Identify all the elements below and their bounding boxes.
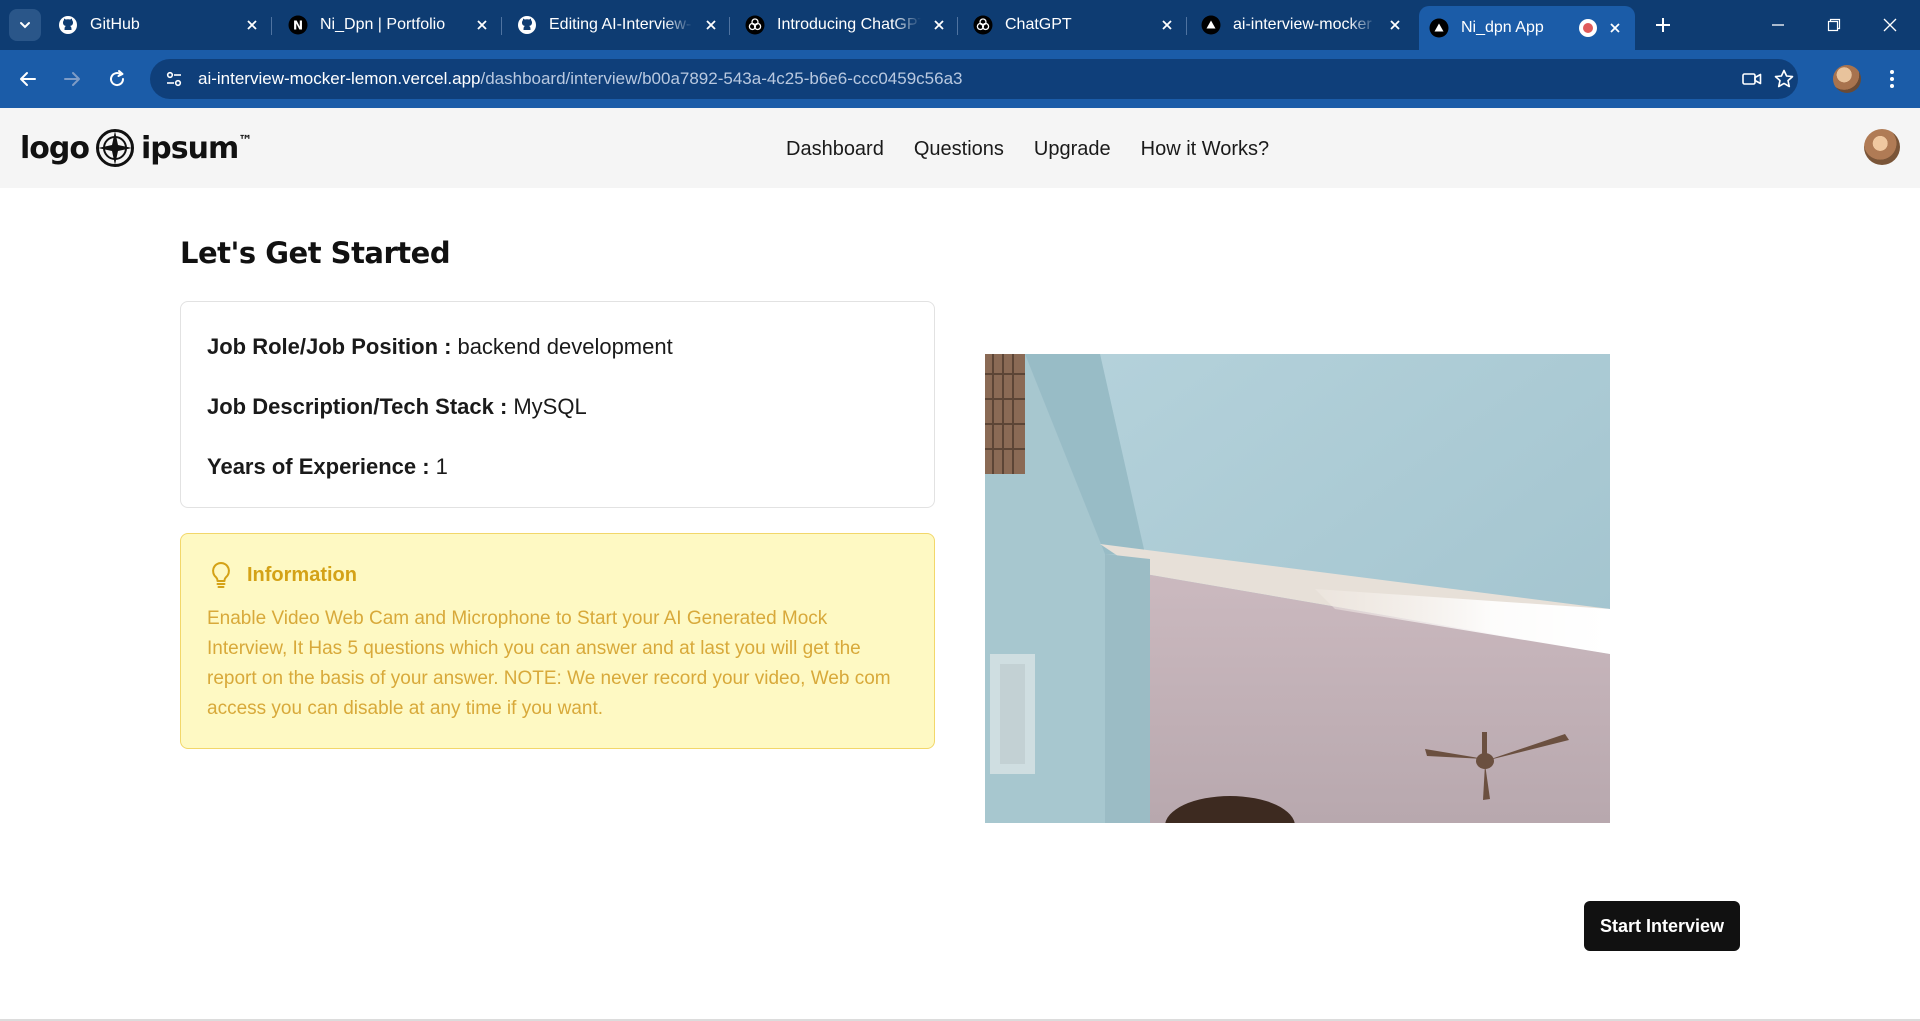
close-icon[interactable]	[472, 15, 492, 35]
reload-icon	[110, 70, 125, 87]
browser-tab-ai-interview-mocker[interactable]: ai-interview-mocker	[1201, 8, 1405, 42]
browser-tab-portfolio[interactable]: N Ni_Dpn | Portfolio	[288, 8, 492, 42]
tab-separator	[957, 17, 958, 35]
webcam-video-feed	[985, 354, 1610, 823]
app-header: logo ipsum ™ Dashboard Questions Upgrade …	[0, 108, 1920, 188]
tab-title: Introducing ChatGPT	[777, 16, 921, 33]
tab-separator	[729, 17, 730, 35]
chevron-down-icon	[20, 22, 30, 29]
detail-tech-stack: Job Description/Tech Stack : MySQL	[207, 392, 908, 421]
url-host: ai-interview-mocker-lemon.vercel.app	[198, 69, 481, 88]
vercel-icon	[1429, 18, 1449, 38]
browser-menu-button[interactable]	[1880, 65, 1904, 93]
detail-label: Job Role/Job Position :	[207, 333, 452, 359]
detail-job-role: Job Role/Job Position : backend developm…	[207, 332, 908, 361]
detail-experience: Years of Experience : 1	[207, 452, 908, 481]
openai-icon	[973, 15, 993, 35]
url-text: ai-interview-mocker-lemon.vercel.app/das…	[198, 69, 963, 89]
webcam-frame	[985, 354, 1610, 823]
svg-text:N: N	[293, 19, 303, 33]
minimize-icon	[1772, 24, 1784, 26]
url-path: /dashboard/interview/b00a7892-543a-4c25-…	[480, 69, 963, 88]
arrow-right-icon	[64, 72, 80, 86]
tab-title: GitHub	[90, 16, 140, 33]
plus-icon	[1656, 18, 1670, 32]
close-icon[interactable]	[1385, 15, 1405, 35]
main-nav: Dashboard Questions Upgrade How it Works…	[786, 134, 1299, 164]
browser-tab-chatgpt[interactable]: ChatGPT	[973, 8, 1177, 42]
recording-indicator-icon	[1579, 19, 1597, 37]
browser-tab-editing[interactable]: Editing AI-Interview-M	[517, 8, 721, 42]
close-icon[interactable]	[1157, 15, 1177, 35]
close-icon	[1883, 18, 1897, 32]
tab-title: Editing AI-Interview-M	[549, 16, 693, 33]
more-vertical-icon	[1890, 70, 1894, 88]
detail-label: Job Description/Tech Stack :	[207, 393, 508, 419]
start-interview-button[interactable]: Start Interview	[1584, 901, 1740, 951]
bookmark-star-icon[interactable]	[1772, 67, 1796, 91]
close-icon[interactable]	[701, 15, 721, 35]
browser-tab-bar: GitHub N Ni_Dpn | Portfolio Editing AI-I…	[0, 0, 1920, 50]
tab-title: ChatGPT	[1005, 16, 1072, 33]
browser-tab-github[interactable]: GitHub	[58, 8, 262, 42]
restore-icon	[1827, 18, 1841, 32]
nav-how-it-works[interactable]: How it Works?	[1141, 138, 1270, 161]
information-header: Information	[207, 560, 908, 590]
browser-tab-active[interactable]: Ni_dpn App	[1419, 6, 1635, 50]
github-icon	[58, 15, 78, 35]
logo-trademark: ™	[238, 133, 252, 149]
site-settings-icon[interactable]	[162, 67, 186, 91]
nav-dashboard[interactable]: Dashboard	[786, 138, 884, 161]
logo[interactable]: logo ipsum ™	[20, 126, 252, 170]
information-text: Enable Video Web Cam and Microphone to S…	[207, 608, 891, 719]
tab-separator	[501, 17, 502, 35]
interview-details-card: Job Role/Job Position : backend developm…	[180, 301, 935, 508]
lightbulb-icon	[207, 560, 235, 590]
nav-upgrade[interactable]: Upgrade	[1034, 138, 1111, 161]
github-icon	[517, 15, 537, 35]
camera-in-use-icon[interactable]	[1740, 67, 1764, 91]
close-icon[interactable]	[1605, 18, 1625, 38]
user-avatar[interactable]	[1864, 129, 1900, 165]
back-button[interactable]	[14, 65, 42, 93]
information-box: Information Enable Video Web Cam and Mic…	[180, 533, 935, 749]
tab-title: Ni_Dpn | Portfolio	[320, 16, 446, 33]
openai-icon	[745, 15, 765, 35]
information-title: Information	[247, 563, 357, 586]
address-bar[interactable]: ai-interview-mocker-lemon.vercel.app/das…	[150, 59, 1798, 99]
tab-separator	[271, 17, 272, 35]
page-title: Let's Get Started	[180, 236, 451, 270]
detail-value: 1	[435, 453, 448, 479]
n-logo-icon: N	[288, 15, 308, 35]
detail-value: backend development	[457, 333, 673, 359]
forward-button[interactable]	[58, 65, 86, 93]
close-icon[interactable]	[929, 15, 949, 35]
browser-profile-avatar[interactable]	[1833, 65, 1861, 93]
detail-value: MySQL	[513, 393, 587, 419]
logo-text-left: logo	[20, 130, 90, 166]
browser-tab-introducing-chatgpt[interactable]: Introducing ChatGPT	[745, 8, 949, 42]
browser-toolbar: ai-interview-mocker-lemon.vercel.app/das…	[0, 50, 1920, 108]
tab-title: ai-interview-mocker	[1233, 16, 1372, 33]
detail-label: Years of Experience :	[207, 453, 430, 479]
logo-text-right: ipsum	[140, 130, 239, 166]
arrow-left-icon	[20, 72, 36, 86]
tab-title: Ni_dpn App	[1461, 19, 1544, 36]
restore-button[interactable]	[1819, 10, 1849, 40]
new-tab-button[interactable]	[1650, 12, 1676, 38]
vercel-icon	[1201, 15, 1221, 35]
close-window-button[interactable]	[1875, 10, 1905, 40]
close-icon[interactable]	[242, 15, 262, 35]
tab-search-button[interactable]	[9, 9, 41, 41]
minimize-button[interactable]	[1763, 10, 1793, 40]
logo-mark-icon	[95, 129, 134, 167]
nav-questions[interactable]: Questions	[914, 138, 1004, 161]
tab-separator	[1186, 17, 1187, 35]
reload-button[interactable]	[103, 65, 131, 93]
